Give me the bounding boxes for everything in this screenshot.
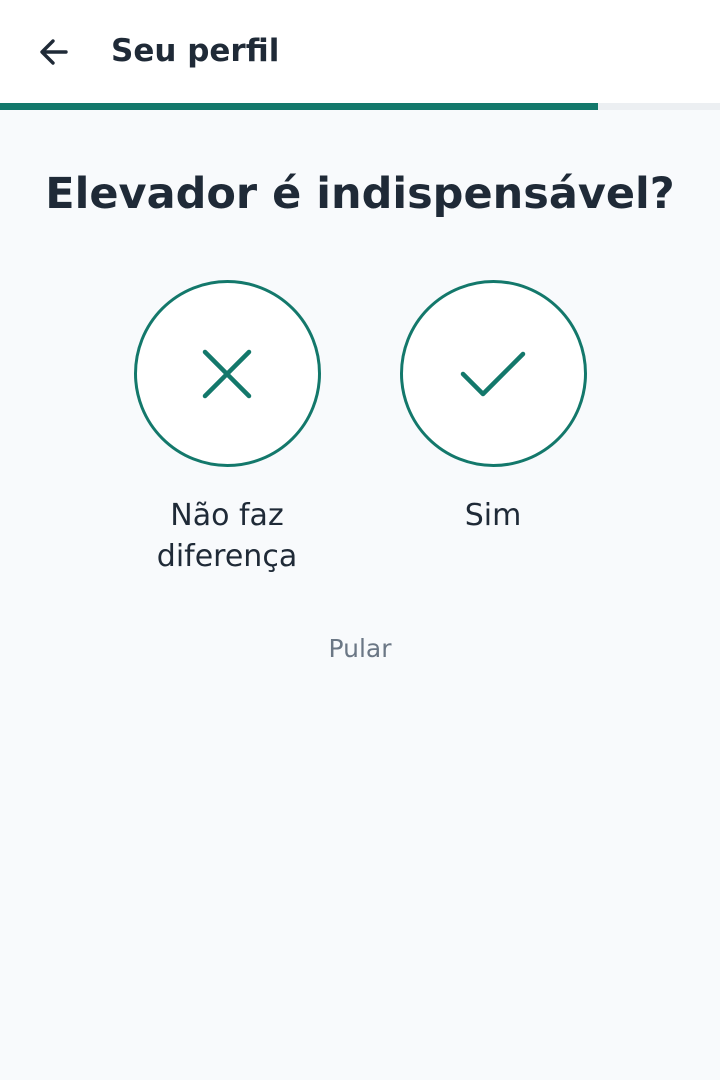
back-button[interactable] bbox=[26, 24, 82, 80]
close-icon bbox=[202, 349, 252, 398]
option-label: Sim bbox=[464, 498, 522, 533]
option-yes[interactable]: Sim bbox=[383, 280, 603, 536]
option-label: Não faz diferença bbox=[156, 498, 298, 574]
option-circle[interactable] bbox=[133, 280, 321, 467]
option-circle[interactable] bbox=[399, 280, 587, 467]
question-heading: Elevador é indispensável? bbox=[45, 169, 675, 219]
option-no-difference[interactable]: Não faz diferença bbox=[117, 280, 337, 577]
progress-bar bbox=[0, 103, 720, 110]
skip-link[interactable]: Pular bbox=[310, 630, 410, 668]
app-header: Seu perfil bbox=[0, 0, 720, 104]
check-icon bbox=[460, 351, 526, 396]
page-title: Seu perfil bbox=[111, 33, 280, 69]
progress-fill bbox=[0, 103, 598, 110]
arrow-left-icon bbox=[40, 39, 68, 65]
